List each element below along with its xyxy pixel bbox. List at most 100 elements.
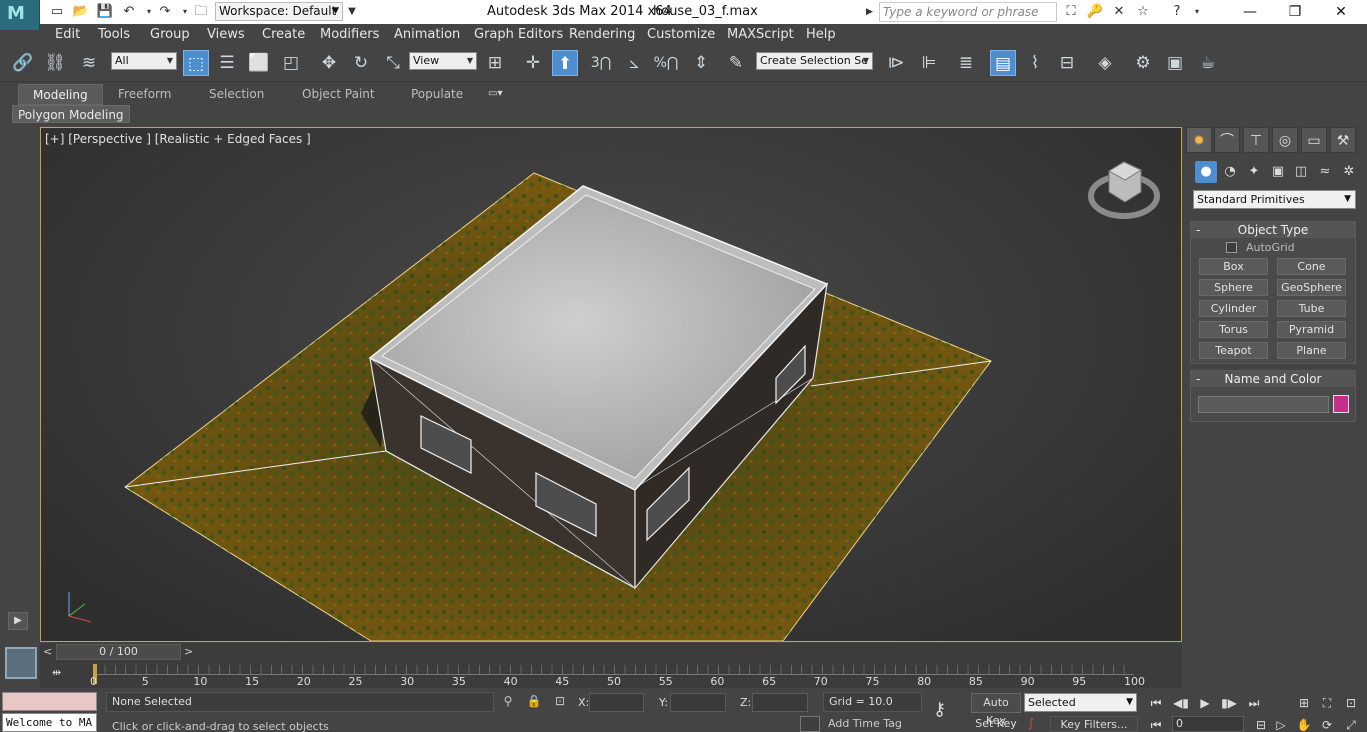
zoom-extents-all-icon[interactable]: ⛶: [1316, 694, 1338, 712]
box-button[interactable]: Box: [1199, 258, 1268, 275]
go-to-end-icon[interactable]: ⏭: [1243, 694, 1265, 712]
search-expand-icon[interactable]: ▶: [866, 2, 878, 22]
systems-icon[interactable]: ✲: [1338, 161, 1360, 183]
menu-graph-editors[interactable]: Graph Editors: [474, 27, 563, 42]
ribbon-tab-modeling[interactable]: Modeling: [18, 84, 103, 105]
cameras-icon[interactable]: ▣: [1267, 161, 1289, 183]
help-icon[interactable]: ?: [1166, 2, 1188, 22]
search-input[interactable]: Type a keyword or phrase: [879, 2, 1057, 22]
torus-button[interactable]: Torus: [1199, 321, 1268, 338]
helpers-icon[interactable]: ◫: [1290, 161, 1312, 183]
zoom-extents-icon[interactable]: ⊞: [1293, 694, 1315, 712]
mini-curve-editor-icon[interactable]: [5, 647, 37, 679]
mirror-icon[interactable]: ⧐: [883, 50, 909, 76]
select-and-move-icon[interactable]: ✥: [316, 50, 342, 76]
create-tab-icon[interactable]: ✹: [1186, 127, 1212, 153]
sphere-button[interactable]: Sphere: [1199, 279, 1268, 296]
curve-editor-icon[interactable]: ⌇: [1022, 50, 1048, 76]
lights-icon[interactable]: ✦: [1243, 161, 1265, 183]
shapes-icon[interactable]: ◔: [1219, 161, 1241, 183]
restore-icon[interactable]: ❐: [1272, 0, 1318, 24]
plane-button[interactable]: Plane: [1277, 342, 1346, 359]
viewport-layout-tab-icon[interactable]: ▶: [8, 612, 28, 630]
maxscript-output[interactable]: Welcome to MA: [2, 713, 97, 732]
select-and-scale-icon[interactable]: ⤡: [380, 50, 406, 76]
material-editor-icon[interactable]: ◈: [1092, 50, 1118, 76]
pan-view-icon[interactable]: ✋: [1293, 716, 1315, 732]
cone-button[interactable]: Cone: [1277, 258, 1346, 275]
time-slider-next-icon[interactable]: >: [184, 645, 193, 658]
quick-access-customize-icon[interactable]: ▼: [345, 2, 359, 21]
new-file-icon[interactable]: ▭: [48, 3, 66, 21]
pyramid-button[interactable]: Pyramid: [1277, 321, 1346, 338]
mini-curve-toggle-icon[interactable]: ⇹: [52, 666, 70, 680]
unlink-icon[interactable]: ⛓: [42, 50, 68, 76]
subscription-key-icon[interactable]: 🔑: [1084, 2, 1106, 22]
object-name-input[interactable]: [1198, 396, 1329, 413]
spinner-snap-icon[interactable]: ⇕: [688, 50, 714, 76]
modify-tab-icon[interactable]: ⌒: [1214, 127, 1240, 153]
layer-manager-icon[interactable]: ≣: [953, 50, 979, 76]
hierarchy-tab-icon[interactable]: ⊤: [1243, 127, 1269, 153]
ribbon-tab-populate[interactable]: Populate: [397, 84, 477, 105]
cylinder-button[interactable]: Cylinder: [1199, 300, 1268, 317]
angle-snap-icon[interactable]: ⦣: [621, 50, 647, 76]
min-max-toggle-icon[interactable]: ⤢: [1340, 716, 1362, 732]
window-crossing-icon[interactable]: ◰: [278, 50, 304, 76]
menu-customize[interactable]: Customize: [647, 27, 715, 42]
percent-snap-icon[interactable]: %⋂: [653, 50, 679, 76]
y-coordinate-input[interactable]: [670, 693, 726, 712]
workspace-dropdown[interactable]: Workspace: Default ▼: [215, 2, 343, 21]
reference-coordinate-dropdown[interactable]: View ▼: [409, 52, 477, 70]
communication-icon[interactable]: ✕: [1108, 2, 1130, 22]
motion-tab-icon[interactable]: ◎: [1272, 127, 1298, 153]
selection-lock-icon[interactable]: 🔒: [525, 694, 543, 710]
align-icon[interactable]: ⊫: [916, 50, 942, 76]
key-filters-button[interactable]: Key Filters...: [1050, 716, 1138, 732]
z-coordinate-input[interactable]: [752, 693, 808, 712]
ribbon-tab-freeform[interactable]: Freeform: [104, 84, 185, 105]
bind-to-space-warp-icon[interactable]: ≋: [76, 50, 102, 76]
select-and-manipulate-icon[interactable]: ✛: [520, 50, 546, 76]
teapot-button[interactable]: Teapot: [1199, 342, 1268, 359]
keyboard-shortcut-override-icon[interactable]: ⬆: [552, 50, 578, 76]
time-slider-track[interactable]: [40, 643, 1182, 662]
binoculars-icon[interactable]: ⛶: [1060, 2, 1082, 22]
select-by-name-icon[interactable]: ☰: [214, 50, 240, 76]
geosphere-button[interactable]: GeoSphere: [1277, 279, 1346, 296]
next-frame-icon[interactable]: ▮▶: [1218, 694, 1240, 712]
orbit-icon[interactable]: ⟳: [1316, 716, 1338, 732]
selection-filter-dropdown[interactable]: All ▼: [111, 52, 177, 70]
ribbon-tab-selection[interactable]: Selection: [195, 84, 278, 105]
track-ruler[interactable]: [94, 665, 1134, 675]
key-mode-dropdown[interactable]: Selected ▼: [1024, 693, 1137, 712]
menu-create[interactable]: Create: [262, 27, 305, 42]
polygon-modeling-panel[interactable]: Polygon Modeling: [12, 105, 130, 123]
menu-animation[interactable]: Animation: [394, 27, 460, 42]
rectangular-selection-icon[interactable]: ⬜: [246, 50, 272, 76]
menu-help[interactable]: Help: [806, 27, 836, 42]
tube-button[interactable]: Tube: [1277, 300, 1346, 317]
name-and-color-header[interactable]: - Name and Color: [1191, 371, 1355, 387]
select-and-link-icon[interactable]: 🔗: [10, 50, 36, 76]
object-type-header[interactable]: - Object Type: [1191, 222, 1355, 238]
named-selection-sets-dropdown[interactable]: Create Selection Se ▼: [756, 52, 873, 70]
set-key-button[interactable]: Set Key: [971, 716, 1021, 732]
menu-group[interactable]: Group: [150, 27, 190, 42]
select-and-rotate-icon[interactable]: ↻: [348, 50, 374, 76]
go-to-start-icon[interactable]: ⏮: [1145, 694, 1167, 712]
menu-maxscript[interactable]: MAXScript: [727, 27, 794, 42]
minimize-icon[interactable]: —: [1227, 0, 1273, 24]
redo-icon[interactable]: ↷: [156, 3, 174, 21]
current-frame-input[interactable]: 0: [1172, 716, 1244, 732]
favorites-star-icon[interactable]: ☆: [1132, 2, 1154, 22]
pivot-center-icon[interactable]: ⊞: [482, 50, 508, 76]
menu-rendering[interactable]: Rendering: [569, 27, 635, 42]
space-warps-icon[interactable]: ≈: [1314, 161, 1336, 183]
menu-views[interactable]: Views: [207, 27, 245, 42]
time-tag-icon[interactable]: [800, 716, 820, 732]
play-icon[interactable]: ▶: [1194, 694, 1216, 712]
key-mode-toggle-icon[interactable]: ⏮: [1145, 716, 1167, 732]
maximize-viewport-icon[interactable]: ⊡: [1340, 694, 1362, 712]
absolute-relative-mode-icon[interactable]: ⊡: [551, 694, 569, 710]
